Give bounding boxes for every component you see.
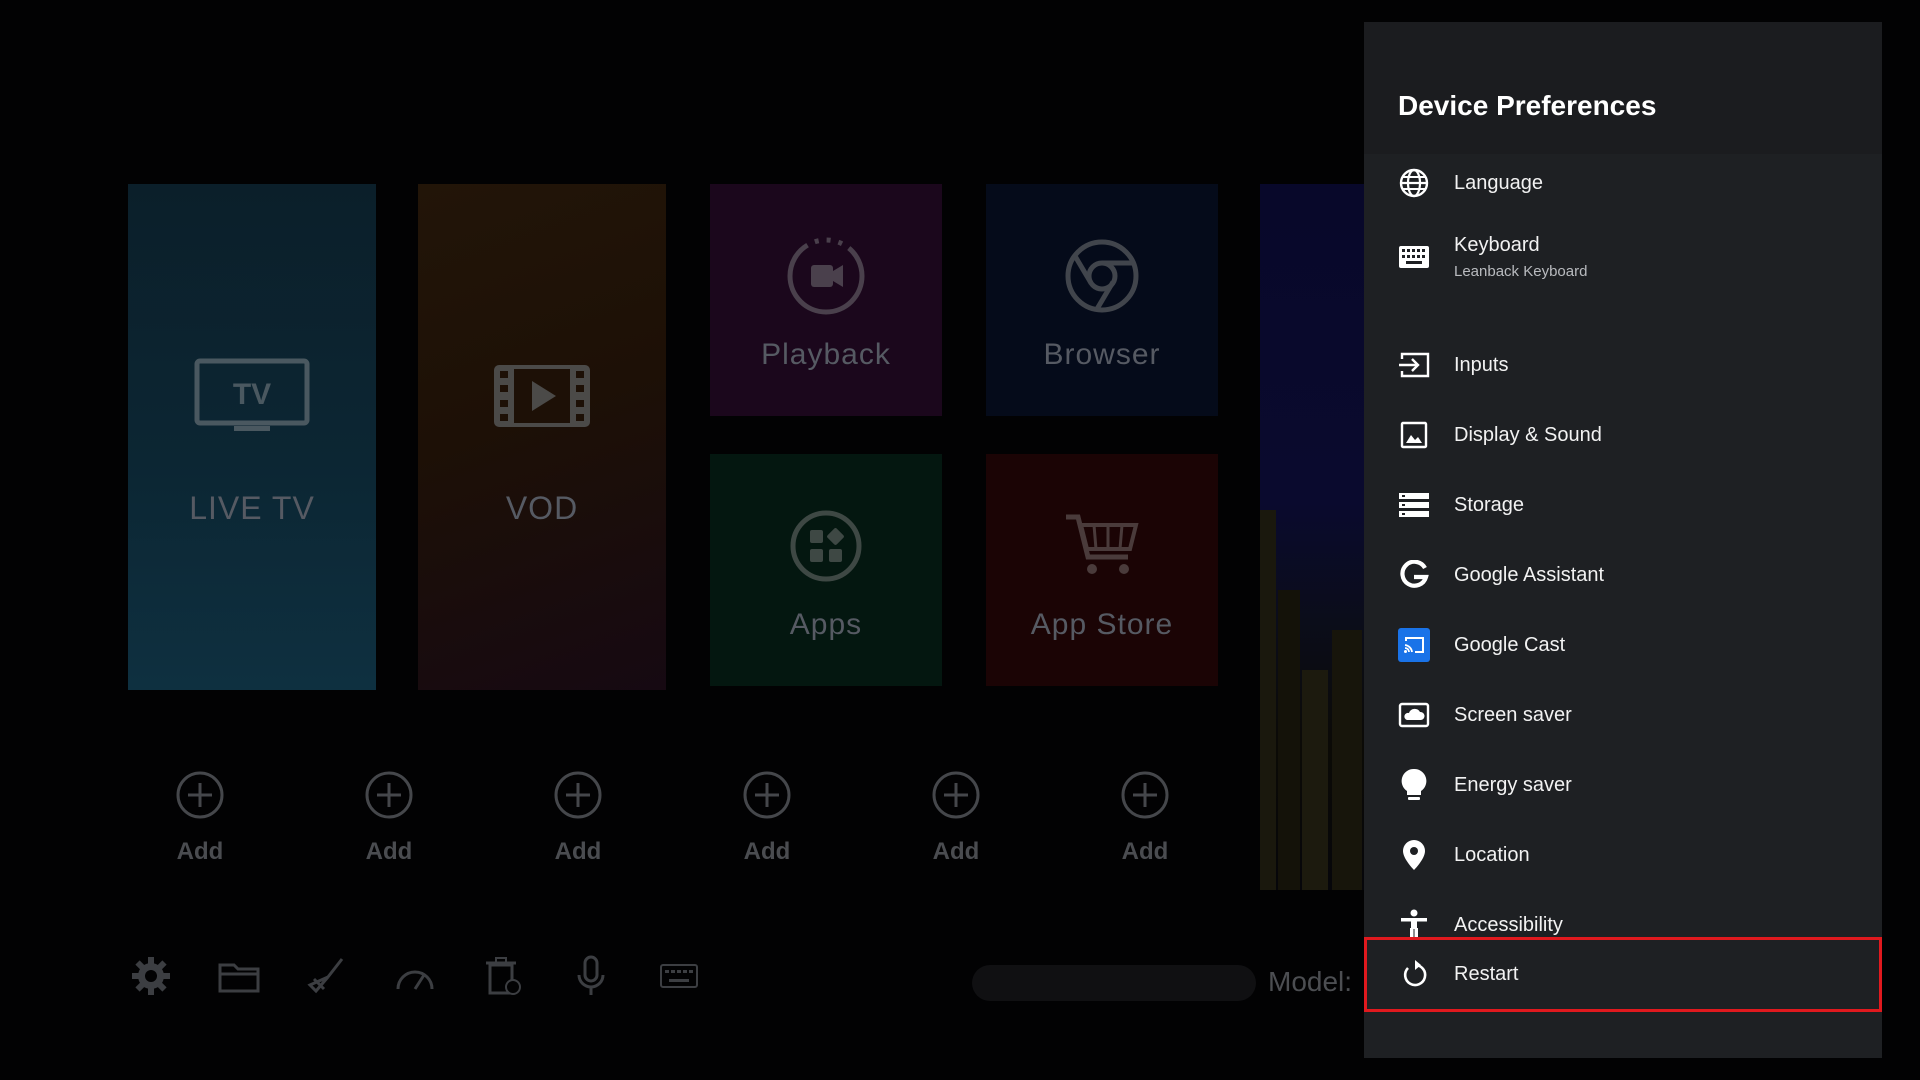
launcher-toolbar	[130, 955, 700, 997]
broom-icon[interactable]	[306, 955, 348, 997]
add-label: Add	[932, 838, 980, 865]
storage-icon	[1398, 489, 1430, 521]
menu-item-label: Inputs	[1454, 353, 1509, 376]
add-circle-icon	[365, 771, 413, 819]
add-slot[interactable]: Add	[518, 770, 638, 866]
panel-header: Device Preferences	[1364, 22, 1882, 154]
device-preferences-panel: Device Preferences Language Keyboard Lea…	[1364, 22, 1882, 1058]
keyboard-icon[interactable]	[658, 955, 700, 997]
menu-item-location[interactable]: Location	[1364, 830, 1882, 880]
menu-item-screen-saver[interactable]: Screen saver	[1364, 690, 1882, 740]
film-play-icon	[482, 348, 602, 444]
menu-item-restart[interactable]: Restart	[1364, 937, 1882, 1012]
menu-item-display-sound[interactable]: Display & Sound	[1364, 410, 1882, 460]
add-circle-icon	[176, 771, 224, 819]
menu-item-label: Google Assistant	[1454, 563, 1605, 586]
add-slot[interactable]: Add	[1085, 770, 1205, 866]
lightbulb-icon	[1398, 768, 1430, 801]
tv-icon: TV	[192, 348, 312, 444]
city-building	[1260, 510, 1276, 890]
add-label: Add	[554, 838, 602, 865]
google-g-icon	[1398, 559, 1430, 591]
page-title: Device Preferences	[1398, 90, 1657, 121]
menu-item-google-assistant[interactable]: Google Assistant	[1364, 550, 1882, 600]
vod-tile[interactable]: VOD	[418, 184, 666, 690]
globe-icon	[1398, 167, 1430, 199]
location-pin-icon	[1398, 839, 1430, 871]
input-icon	[1398, 349, 1430, 381]
menu-item-label: Screen saver	[1454, 703, 1572, 726]
add-slot[interactable]: Add	[707, 770, 827, 866]
svg-text:TV: TV	[233, 378, 271, 411]
browser-tile[interactable]: Browser	[986, 184, 1218, 416]
menu-item-label: Language	[1454, 171, 1543, 194]
add-label: Add	[365, 838, 413, 865]
add-label: Add	[176, 838, 224, 865]
keyboard-icon	[1398, 241, 1430, 273]
restart-icon	[1398, 959, 1430, 991]
app-store-tile[interactable]: App Store	[986, 454, 1218, 686]
apps-grid-icon	[766, 498, 886, 594]
tile-label: Playback	[761, 338, 891, 371]
menu-item-label: Restart	[1454, 963, 1519, 985]
apps-tile[interactable]: Apps	[710, 454, 942, 686]
image-icon	[1398, 419, 1430, 451]
tile-label: App Store	[1030, 608, 1174, 641]
gear-icon[interactable]	[130, 955, 172, 997]
menu-item-inputs[interactable]: Inputs	[1364, 340, 1882, 390]
menu-item-label: Keyboard	[1454, 234, 1540, 256]
tile-label: Browser	[1043, 338, 1161, 371]
add-slot[interactable]: Add	[329, 770, 449, 866]
model-label: Model:	[1268, 966, 1353, 997]
menu-item-label: Storage	[1454, 493, 1525, 516]
menu-item-label: Display & Sound	[1454, 423, 1602, 446]
speedometer-icon[interactable]	[394, 955, 436, 997]
add-label: Add	[743, 838, 791, 865]
menu-item-label: Google Cast	[1454, 633, 1566, 656]
browser-icon	[1042, 228, 1162, 324]
city-building	[1332, 630, 1362, 890]
playback-tile[interactable]: Playback	[710, 184, 942, 416]
city-building	[1302, 670, 1328, 890]
add-circle-icon	[1121, 771, 1169, 819]
add-slot[interactable]: Add	[140, 770, 260, 866]
screensaver-icon	[1398, 699, 1430, 731]
tile-label: Apps	[789, 608, 863, 641]
search-bar[interactable]	[972, 965, 1256, 1001]
menu-item-keyboard[interactable]: Keyboard Leanback Keyboard	[1364, 222, 1882, 292]
menu-item-sublabel: Leanback Keyboard	[1454, 263, 1588, 280]
menu-item-label: Energy saver	[1454, 773, 1572, 796]
trash-icon[interactable]	[482, 955, 524, 997]
tile-label: LIVE TV	[189, 489, 315, 526]
cart-icon	[1042, 498, 1162, 594]
add-circle-icon	[554, 771, 602, 819]
city-building	[1278, 590, 1300, 890]
menu-item-label: Location	[1454, 843, 1530, 866]
microphone-icon[interactable]	[570, 955, 612, 997]
add-slot[interactable]: Add	[896, 770, 1016, 866]
add-label: Add	[1121, 838, 1169, 865]
menu-item-language[interactable]: Language	[1364, 158, 1882, 208]
cast-icon	[1398, 628, 1430, 662]
add-circle-icon	[932, 771, 980, 819]
menu-item-google-cast[interactable]: Google Cast	[1364, 620, 1882, 670]
menu-item-energy-saver[interactable]: Energy saver	[1364, 760, 1882, 810]
menu-item-label: Accessibility	[1454, 913, 1563, 936]
menu-item-storage[interactable]: Storage	[1364, 480, 1882, 530]
add-circle-icon	[743, 771, 791, 819]
live-tv-tile[interactable]: TV LIVE TV	[128, 184, 376, 690]
tile-label: VOD	[505, 489, 579, 526]
folder-icon[interactable]	[218, 955, 260, 997]
playback-icon	[766, 228, 886, 324]
